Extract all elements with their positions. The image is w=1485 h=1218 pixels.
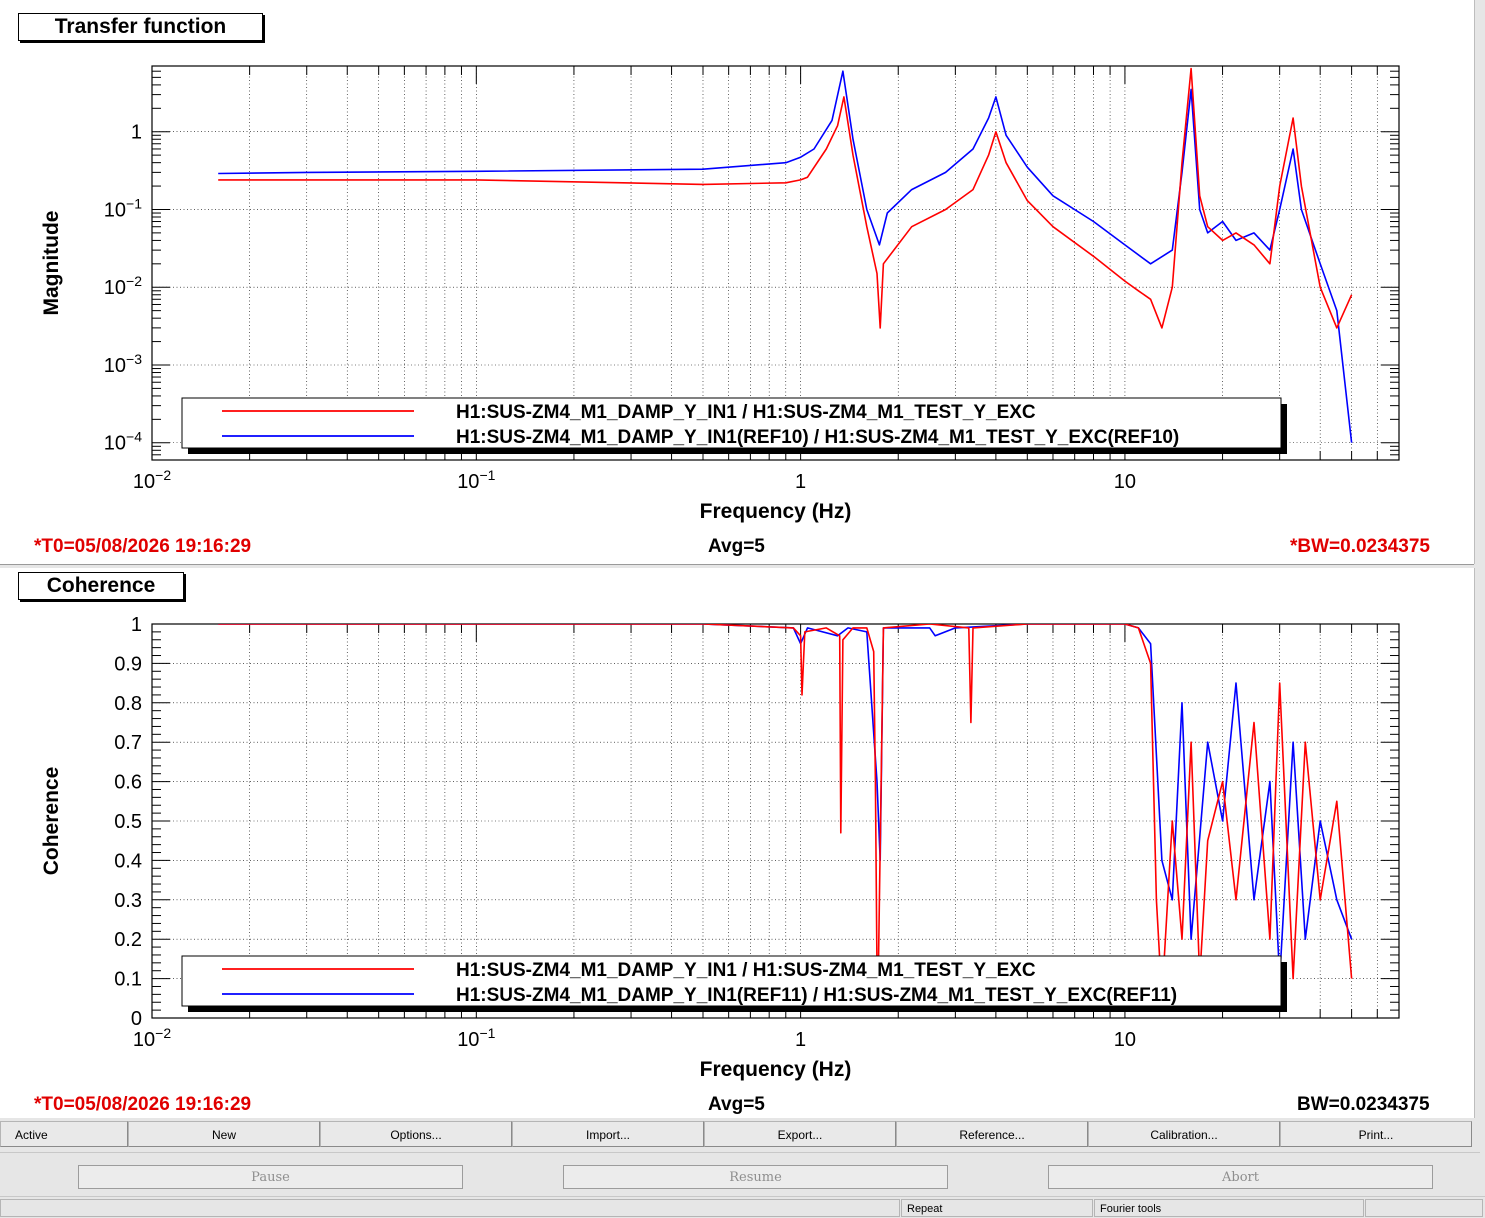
series-line — [218, 67, 1353, 329]
y-tick-label: 10−3 — [104, 351, 142, 377]
y-tick-label: 1 — [131, 122, 142, 144]
y-tick-label: 0.6 — [114, 772, 142, 794]
transfer-function-panel: Transfer function 10−2 10−1 1 10 10−4 10−3 10−… — [0, 0, 1474, 565]
toolbar: Active New Options... Import... Export..… — [0, 1121, 1474, 1149]
y-tick-label: 0.9 — [114, 653, 142, 675]
y-tick-label: 10−4 — [104, 429, 142, 455]
status-fourier-tools: Fourier tools — [1094, 1199, 1364, 1217]
y-tick-label: 0.7 — [114, 732, 142, 754]
legend-label: H1:SUS-ZM4_M1_DAMP_Y_IN1 / H1:SUS-ZM4_M1… — [456, 960, 1036, 981]
x-tick-label: 1 — [795, 1029, 806, 1051]
status-field-extra — [1365, 1199, 1483, 1217]
export-button[interactable]: Export... — [704, 1121, 896, 1147]
coherence-panel: Coherence 10−2 10−1 1 10 0 0.1 0.2 0.3 0.4 0.5 0.6… — [0, 568, 1474, 1118]
series-line — [218, 70, 1353, 443]
x-axis-title: Frequency (Hz) — [700, 500, 852, 523]
bw-label: *BW=0.0234375 — [1290, 536, 1430, 557]
x-tick-label: 10−2 — [133, 467, 171, 493]
x-tick-label: 10 — [1114, 1029, 1136, 1051]
y-axis-title: Magnitude — [40, 211, 63, 316]
y-tick-label: 10−1 — [104, 195, 142, 221]
y-tick-label: 1 — [131, 614, 142, 636]
y-tick-label: 10−2 — [104, 273, 142, 299]
control-bar: Pause Resume Abort — [0, 1152, 1480, 1197]
legend-label: H1:SUS-ZM4_M1_DAMP_Y_IN1(REF10) / H1:SUS… — [456, 427, 1179, 448]
import-button[interactable]: Import... — [512, 1121, 704, 1147]
legend: H1:SUS-ZM4_M1_DAMP_Y_IN1 / H1:SUS-ZM4_M1… — [181, 397, 1287, 454]
calibration-button[interactable]: Calibration... — [1088, 1121, 1280, 1147]
right-scrollbar-top[interactable] — [1474, 0, 1485, 564]
legend: H1:SUS-ZM4_M1_DAMP_Y_IN1 / H1:SUS-ZM4_M1… — [181, 955, 1287, 1012]
x-tick-label: 10−1 — [457, 1025, 495, 1051]
right-scrollbar-bottom[interactable] — [1474, 568, 1485, 1118]
x-axis-title: Frequency (Hz) — [700, 1058, 852, 1081]
print-button[interactable]: Print... — [1280, 1121, 1472, 1147]
x-tick-label: 10−1 — [457, 467, 495, 493]
status-bar: Repeat Fourier tools — [0, 1196, 1485, 1217]
options-button[interactable]: Options... — [320, 1121, 512, 1147]
x-tick-label: 10 — [1114, 471, 1136, 493]
y-tick-label: 0.4 — [114, 850, 142, 872]
y-axis-title: Coherence — [40, 767, 63, 876]
t0-label: *T0=05/08/2026 19:16:29 — [34, 536, 252, 557]
reference-button[interactable]: Reference... — [896, 1121, 1088, 1147]
avg-label: Avg=5 — [708, 1094, 765, 1115]
coherence-chart[interactable]: 10−2 10−1 1 1000.10.20.30.40.50.60.70.80.91… — [0, 568, 1474, 1118]
legend-label: H1:SUS-ZM4_M1_DAMP_Y_IN1 / H1:SUS-ZM4_M1… — [456, 402, 1036, 423]
abort-button[interactable]: Abort — [1048, 1165, 1433, 1189]
status-repeat: Repeat — [901, 1199, 1093, 1217]
series-line — [218, 624, 1353, 1000]
x-tick-label: 1 — [795, 471, 806, 493]
y-tick-label: 0.8 — [114, 693, 142, 715]
active-button[interactable]: Active — [0, 1121, 128, 1147]
pause-button[interactable]: Pause — [78, 1165, 463, 1189]
y-tick-label: 0.3 — [114, 890, 142, 912]
transfer-function-chart[interactable]: 10−2 10−1 1 10 10−4 10−3 10−2 10−1 1 Frequency (H… — [0, 0, 1474, 564]
y-tick-label: 0.5 — [114, 811, 142, 833]
avg-label: Avg=5 — [708, 536, 765, 557]
t0-label: *T0=05/08/2026 19:16:29 — [34, 1094, 252, 1115]
y-tick-label: 0.1 — [114, 969, 142, 991]
legend-label: H1:SUS-ZM4_M1_DAMP_Y_IN1(REF11) / H1:SUS… — [456, 985, 1177, 1006]
new-button[interactable]: New — [128, 1121, 320, 1147]
status-field-main — [0, 1199, 900, 1217]
y-tick-label: 0.2 — [114, 929, 142, 951]
y-tick-label: 0 — [131, 1008, 142, 1030]
resume-button[interactable]: Resume — [563, 1165, 948, 1189]
bw-label: BW=0.0234375 — [1297, 1094, 1430, 1115]
